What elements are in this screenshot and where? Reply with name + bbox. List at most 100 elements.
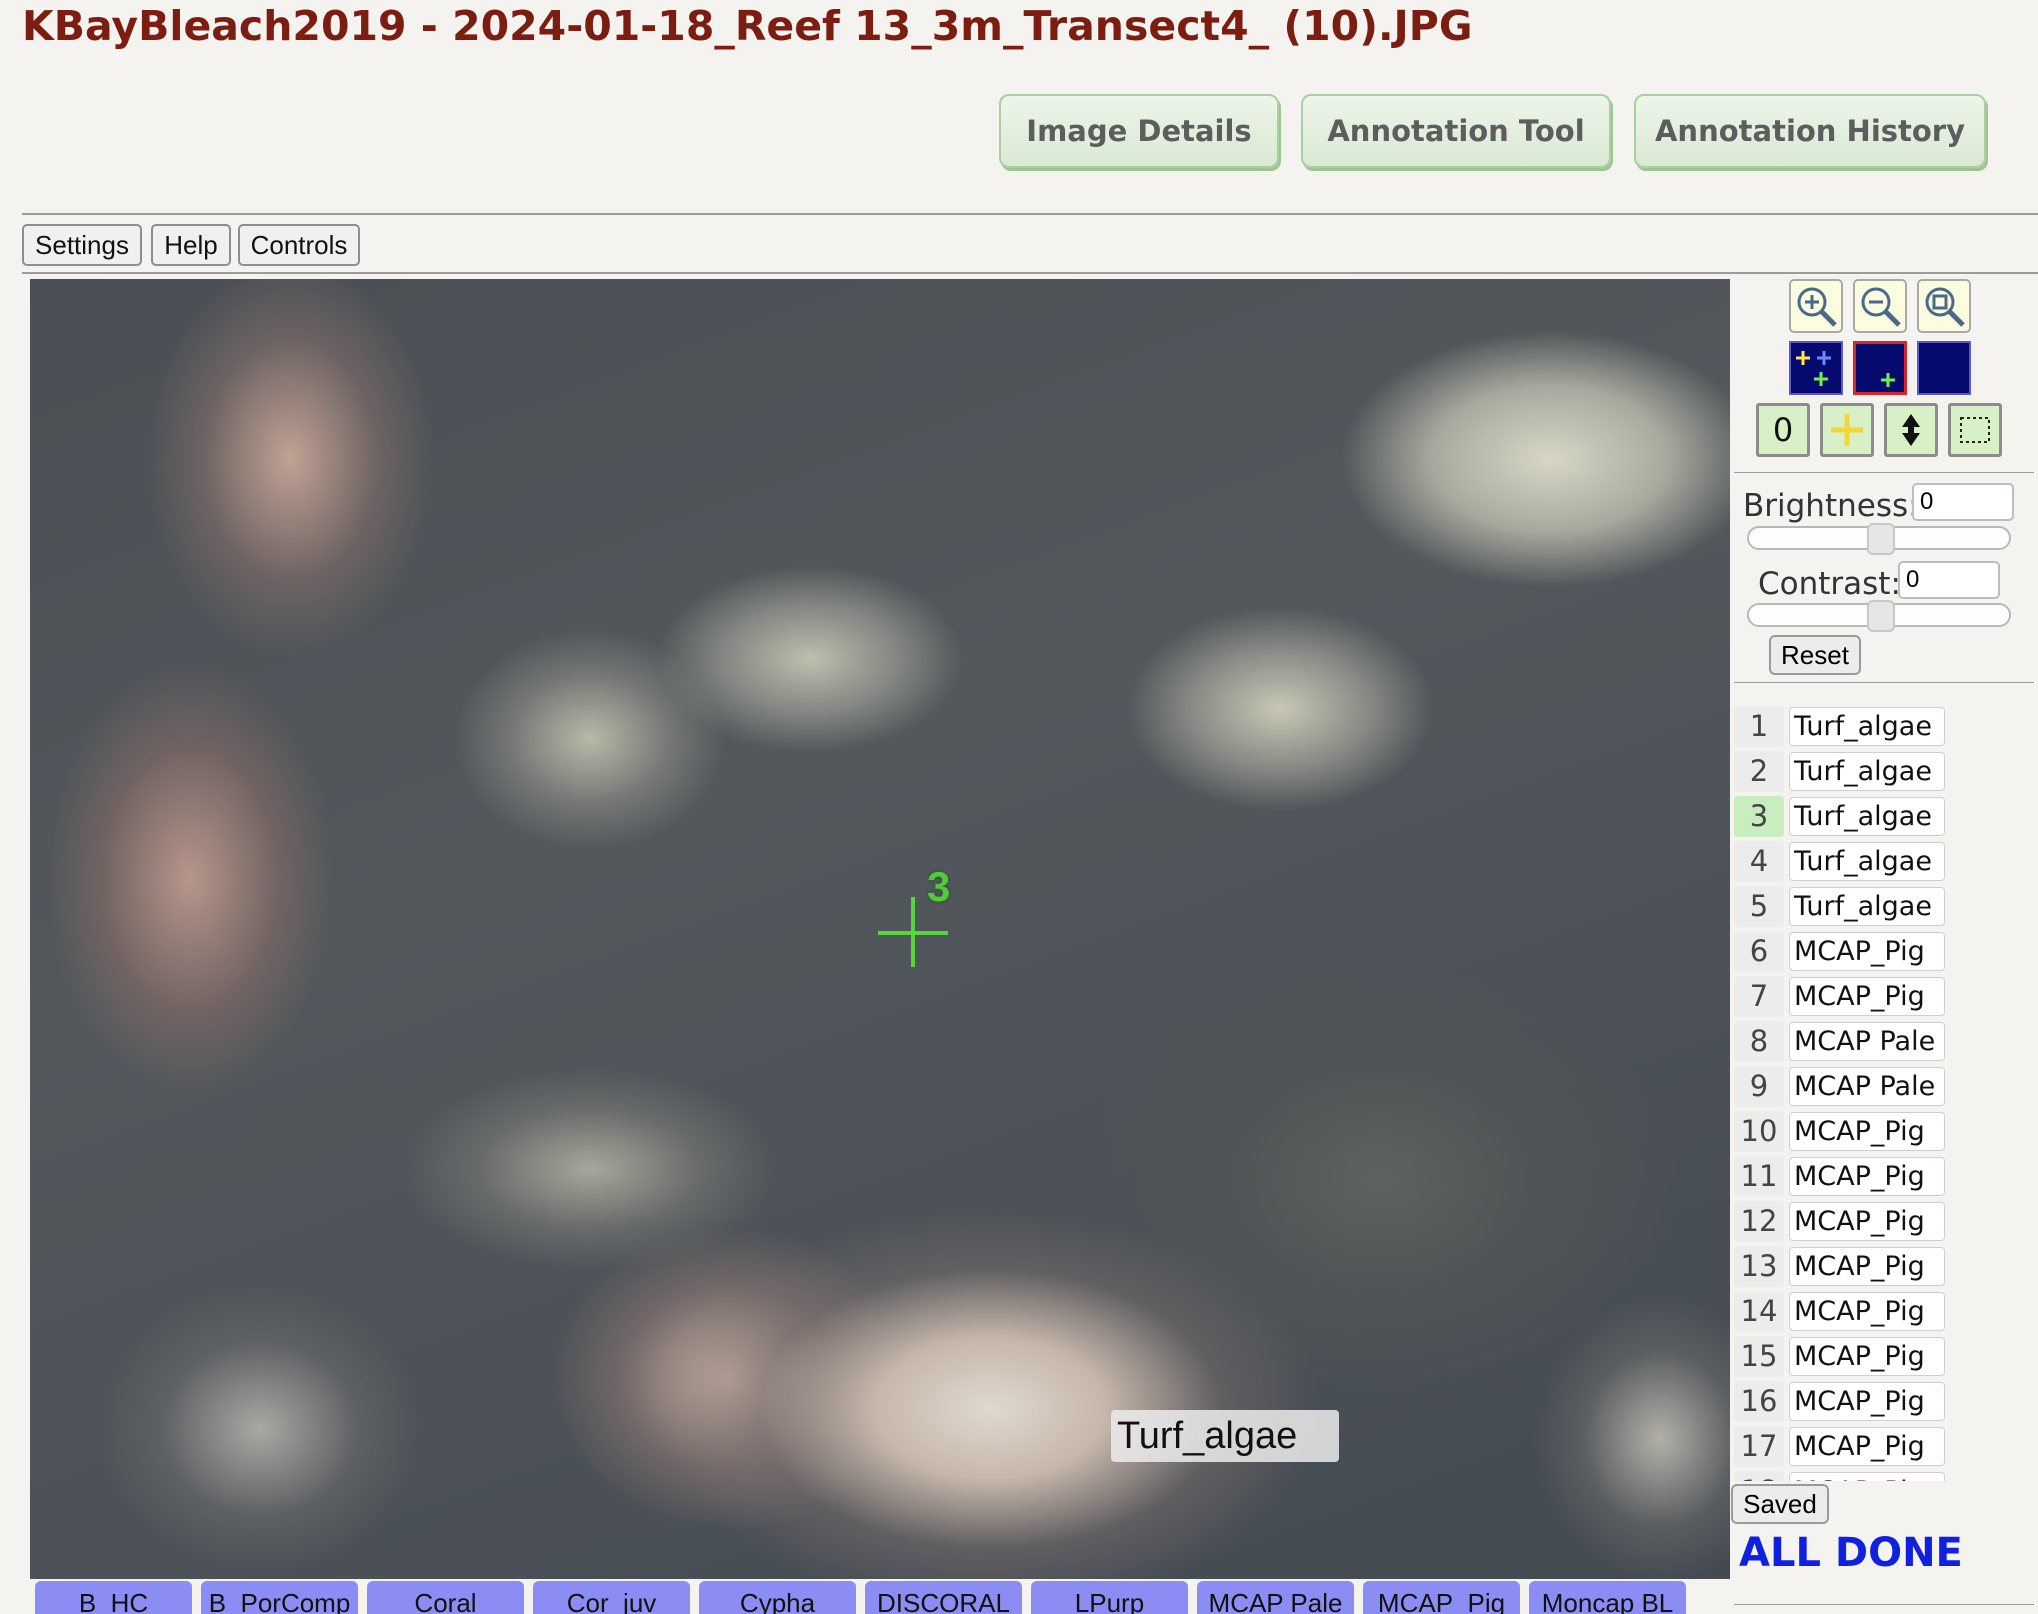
point-label-field[interactable]: MCAP Pale — [1789, 1022, 1945, 1061]
brightness-input[interactable] — [1912, 483, 2014, 521]
point-row[interactable]: 12 MCAP_Pig — [1734, 1201, 1954, 1242]
point-row[interactable]: 11 MCAP_Pig — [1734, 1156, 1954, 1197]
zoom-in-icon[interactable] — [1789, 279, 1843, 333]
point-number-toggle[interactable]: 0 — [1756, 403, 1810, 457]
contrast-label: Contrast: — [1758, 566, 1901, 602]
point-number: 5 — [1734, 886, 1784, 927]
point-row[interactable]: 7 MCAP_Pig — [1734, 976, 1954, 1017]
show-all-points-icon[interactable] — [1789, 341, 1843, 395]
point-label-field[interactable]: MCAP_Pig — [1789, 932, 1945, 971]
point-row[interactable]: 2 Turf_algae — [1734, 751, 1954, 792]
zoom-out-icon[interactable] — [1853, 279, 1907, 333]
point-row[interactable]: 3 Turf_algae — [1734, 796, 1954, 837]
annotation-tool-button[interactable]: Annotation Tool — [1301, 94, 1611, 168]
help-button[interactable]: Help — [151, 224, 231, 266]
annotation-image-canvas[interactable]: 3 Turf_algae — [30, 279, 1730, 1579]
point-number: 18 — [1734, 1471, 1784, 1481]
point-label-field[interactable]: Turf_algae — [1789, 752, 1945, 791]
point-number: 4 — [1734, 841, 1784, 882]
move-up-down-icon[interactable] — [1884, 403, 1938, 457]
contrast-input[interactable] — [1898, 561, 2000, 599]
tools-divider — [1734, 472, 2034, 473]
zero-label: 0 — [1772, 411, 1794, 449]
point-label-field[interactable]: MCAP_Pig — [1789, 1202, 1945, 1241]
adjust-divider — [1734, 682, 2034, 683]
point-row[interactable]: 6 MCAP_Pig — [1734, 931, 1954, 972]
point-number: 7 — [1734, 976, 1784, 1017]
label-button[interactable]: B_PorComp — [201, 1581, 358, 1614]
point-number: 14 — [1734, 1291, 1784, 1332]
point-label-field[interactable]: MCAP_Pig — [1789, 1382, 1945, 1421]
point-number: 15 — [1734, 1336, 1784, 1377]
point-row[interactable]: 14 MCAP_Pig — [1734, 1291, 1954, 1332]
contrast-slider-thumb[interactable] — [1867, 600, 1895, 632]
point-label-field[interactable]: MCAP_Pig — [1789, 1157, 1945, 1196]
point-label-field[interactable]: MCAP_Pig — [1789, 1472, 1945, 1481]
point-number: 6 — [1734, 931, 1784, 972]
point-number: 1 — [1734, 706, 1784, 747]
controls-button[interactable]: Controls — [238, 224, 360, 266]
point-list[interactable]: 1 Turf_algae 2 Turf_algae 3 Turf_algae 4 Tur… — [1734, 706, 1954, 1481]
toolbar-divider — [22, 272, 2038, 274]
show-current-point-icon[interactable] — [1853, 341, 1907, 395]
point-number-active: 3 — [1734, 796, 1784, 837]
label-button[interactable]: MCAP_Pig — [1363, 1581, 1520, 1614]
point-row[interactable]: 4 Turf_algae — [1734, 841, 1954, 882]
label-button[interactable]: LPurp — [1031, 1581, 1188, 1614]
point-row[interactable]: 5 Turf_algae — [1734, 886, 1954, 927]
label-button[interactable]: Cypha — [699, 1581, 856, 1614]
point-label-field[interactable]: MCAP Pale — [1789, 1067, 1945, 1106]
selection-box-icon[interactable] — [1948, 403, 2002, 457]
label-button-bar: B_HC B_PorComp Coral Cor_juv Cypha DISCO… — [30, 1581, 1730, 1614]
point-label-field[interactable]: MCAP_Pig — [1789, 977, 1945, 1016]
point-row[interactable]: 17 MCAP_Pig — [1734, 1426, 1954, 1467]
label-button[interactable]: Moncap BL — [1529, 1581, 1686, 1614]
point-number: 10 — [1734, 1111, 1784, 1152]
point-label-field[interactable]: MCAP_Pig — [1789, 1337, 1945, 1376]
saved-button[interactable]: Saved — [1731, 1484, 1829, 1524]
footer-divider — [1734, 1604, 2034, 1605]
label-button[interactable]: Coral — [367, 1581, 524, 1614]
point-label-field[interactable]: Turf_algae — [1789, 887, 1945, 926]
point-label-tooltip: Turf_algae — [1111, 1410, 1339, 1462]
point-label-field[interactable]: MCAP_Pig — [1789, 1427, 1945, 1466]
point-label-field[interactable]: MCAP_Pig — [1789, 1112, 1945, 1151]
point-label-field[interactable]: Turf_algae — [1789, 842, 1945, 881]
label-button[interactable]: B_HC — [35, 1581, 192, 1614]
page-title: KBayBleach2019 - 2024-01-18_Reef 13_3m_T… — [22, 2, 1473, 50]
point-number: 11 — [1734, 1156, 1784, 1197]
label-button[interactable]: MCAP Pale — [1197, 1581, 1354, 1614]
all-done-status: ALL DONE — [1739, 1530, 1963, 1576]
label-button[interactable]: DISCORAL — [865, 1581, 1022, 1614]
hide-points-icon[interactable] — [1917, 341, 1971, 395]
point-number: 17 — [1734, 1426, 1784, 1467]
contrast-slider[interactable] — [1747, 600, 2011, 632]
point-label-field[interactable]: MCAP_Pig — [1789, 1292, 1945, 1331]
point-row[interactable]: 8 MCAP Pale — [1734, 1021, 1954, 1062]
brightness-label: Brightness: — [1743, 488, 1919, 524]
point-number: 8 — [1734, 1021, 1784, 1062]
brightness-slider-thumb[interactable] — [1867, 523, 1895, 555]
image-details-button[interactable]: Image Details — [999, 94, 1279, 168]
point-number: 12 — [1734, 1201, 1784, 1242]
point-number: 2 — [1734, 751, 1784, 792]
settings-button[interactable]: Settings — [22, 224, 142, 266]
brightness-slider[interactable] — [1747, 523, 2011, 555]
zoom-fit-icon[interactable] — [1917, 279, 1971, 333]
point-row[interactable]: 1 Turf_algae — [1734, 706, 1954, 747]
crosshair-icon[interactable] — [1820, 403, 1874, 457]
point-row[interactable]: 16 MCAP_Pig — [1734, 1381, 1954, 1422]
point-row[interactable]: 9 MCAP Pale — [1734, 1066, 1954, 1107]
annotation-history-button[interactable]: Annotation History — [1634, 94, 1986, 168]
point-label-field[interactable]: Turf_algae — [1789, 707, 1945, 746]
point-row[interactable]: 18 MCAP_Pig — [1734, 1471, 1954, 1481]
header-divider — [22, 213, 2038, 215]
point-number: 16 — [1734, 1381, 1784, 1422]
point-row[interactable]: 10 MCAP_Pig — [1734, 1111, 1954, 1152]
label-button[interactable]: Cor_juv — [533, 1581, 690, 1614]
point-label-field[interactable]: MCAP_Pig — [1789, 1247, 1945, 1286]
point-row[interactable]: 13 MCAP_Pig — [1734, 1246, 1954, 1287]
point-row[interactable]: 15 MCAP_Pig — [1734, 1336, 1954, 1377]
reset-button[interactable]: Reset — [1769, 635, 1861, 675]
point-label-field[interactable]: Turf_algae — [1789, 797, 1945, 836]
